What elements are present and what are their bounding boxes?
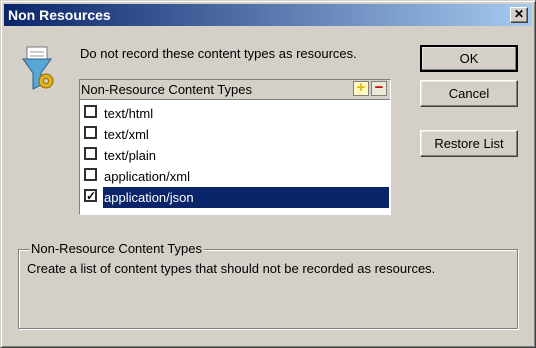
list-item-label: application/xml: [104, 169, 190, 184]
list-item[interactable]: text/xml: [81, 124, 389, 145]
help-groupbox: Non-Resource Content Types Create a list…: [18, 241, 518, 329]
checkbox[interactable]: [84, 147, 97, 160]
list-item[interactable]: application/xml: [81, 166, 389, 187]
description-text: Do not record these content types as res…: [80, 46, 357, 61]
list-item-selected[interactable]: ✓ application/json: [81, 187, 389, 208]
list-item-label: application/json: [103, 187, 389, 208]
add-item-button[interactable]: +: [353, 80, 369, 96]
list-rows: text/html text/xml text/plain applicatio…: [81, 103, 389, 208]
title-bar[interactable]: Non Resources ✕: [4, 4, 532, 26]
list-item-label: text/xml: [104, 127, 149, 142]
list-item-label: text/html: [104, 106, 154, 121]
help-title: Non-Resource Content Types: [29, 241, 205, 256]
checkbox[interactable]: [84, 105, 97, 118]
list-item[interactable]: text/html: [81, 103, 389, 124]
list-header: Non-Resource Content Types + −: [80, 80, 390, 100]
filter-gear-icon: [21, 45, 57, 93]
close-button[interactable]: ✕: [510, 7, 528, 23]
help-text: Create a list of content types that shou…: [27, 261, 436, 276]
checkbox[interactable]: [84, 126, 97, 139]
checkbox-checked[interactable]: ✓: [84, 189, 97, 202]
ok-button[interactable]: OK: [420, 45, 518, 72]
cancel-button[interactable]: Cancel: [420, 80, 518, 107]
checkbox[interactable]: [84, 168, 97, 181]
remove-item-button[interactable]: −: [371, 80, 387, 96]
non-resources-dialog: Non Resources ✕ Do not record these cont…: [0, 0, 536, 348]
content-types-list[interactable]: Non-Resource Content Types + − text/html…: [79, 79, 391, 215]
restore-list-button[interactable]: Restore List: [420, 130, 518, 157]
window-title: Non Resources: [8, 7, 111, 23]
list-header-label: Non-Resource Content Types: [81, 82, 253, 97]
list-item-label: text/plain: [104, 148, 157, 163]
list-item[interactable]: text/plain: [81, 145, 389, 166]
